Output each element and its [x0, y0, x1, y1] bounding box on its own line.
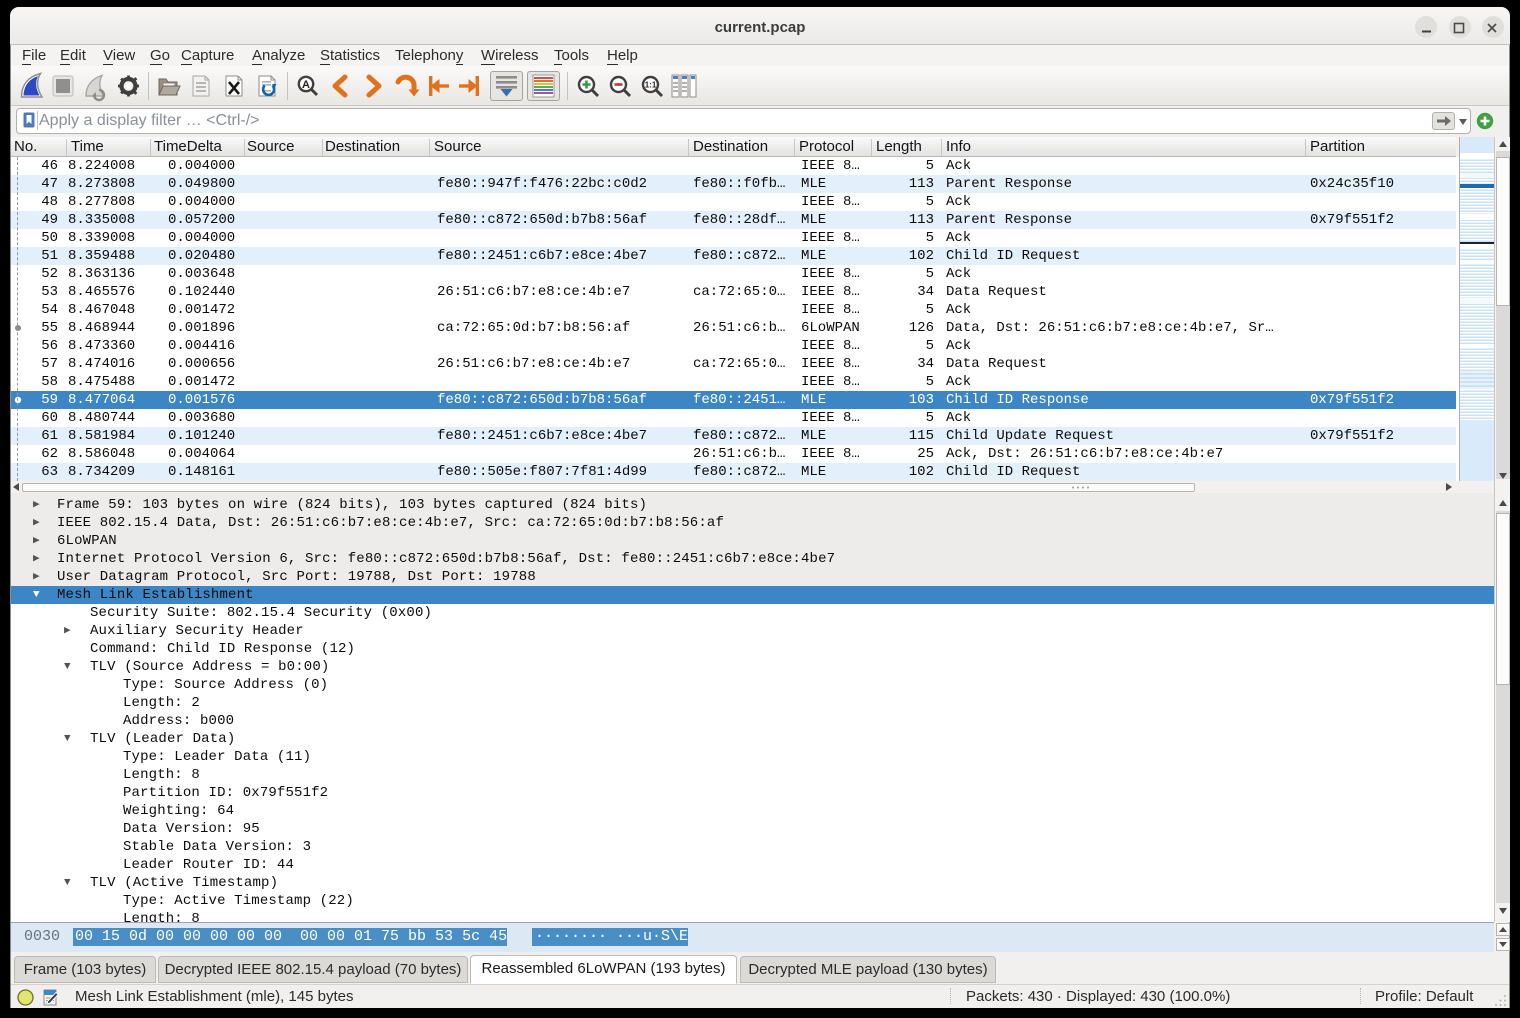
- svg-text:A: A: [302, 79, 310, 91]
- svg-text:1:1: 1:1: [645, 81, 657, 90]
